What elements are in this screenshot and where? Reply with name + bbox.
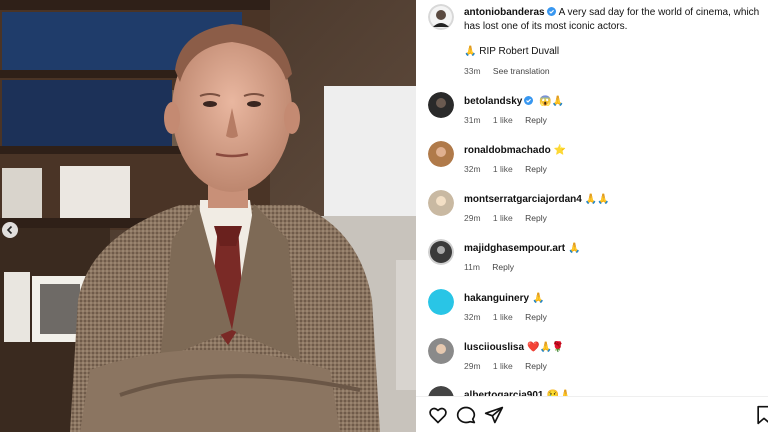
comment-likes[interactable]: 1 like — [493, 361, 513, 371]
reply-link[interactable]: Reply — [525, 115, 547, 125]
commenter-username[interactable]: montserratgarciajordan4 — [464, 194, 582, 205]
comment-item: betolandsky 😱🙏 31m 1 like Reply — [426, 92, 766, 132]
comment-button[interactable] — [456, 405, 476, 425]
bookmark-icon — [757, 405, 768, 425]
comment-meta: 31m 1 like Reply — [464, 115, 557, 125]
comments-panel: antoniobanderas A very sad day for the wo… — [416, 0, 768, 432]
comment-text: lusciiouslisa ❤️🙏🌹 — [464, 342, 564, 353]
commenter-avatar[interactable] — [428, 289, 454, 315]
comment-body: 🙏🙏 — [584, 194, 610, 205]
comment-text: hakanguinery 🙏 — [464, 293, 544, 304]
comment-body: 🙏 — [532, 293, 545, 304]
comment-item: montserratgarciajordan4 🙏🙏 29m 1 like Rep… — [426, 190, 766, 230]
portrait-image — [0, 0, 416, 432]
comment-item: majidghasempour.art 🙏 11m Reply — [426, 239, 766, 279]
reply-link[interactable]: Reply — [525, 213, 547, 223]
comment-time: 32m — [464, 312, 481, 322]
commenter-username[interactable]: betolandsky — [464, 96, 522, 107]
comment-body: ⭐ — [553, 145, 567, 156]
comment-time: 31m — [464, 115, 481, 125]
comment-text: majidghasempour.art 🙏 — [464, 243, 581, 254]
commenter-username[interactable]: majidghasempour.art — [464, 243, 565, 254]
comment-body: 🙏 — [568, 243, 581, 254]
reply-link[interactable]: Reply — [525, 312, 547, 322]
comment-time: 32m — [464, 164, 481, 174]
comment-time: 29m — [464, 213, 481, 223]
comment-body: ❤️🙏🌹 — [527, 342, 565, 353]
heart-icon — [429, 407, 447, 424]
verified-badge-icon — [524, 96, 534, 105]
comment-likes[interactable]: 1 like — [493, 213, 513, 223]
caption-text: antoniobanderas A very sad day for the wo… — [464, 6, 764, 33]
comment-item: ronaldobmachado ⭐ 32m 1 like Reply — [426, 141, 766, 181]
share-button[interactable] — [484, 405, 504, 425]
comment-body: 😱🙏 — [539, 96, 565, 107]
like-button[interactable] — [428, 405, 448, 425]
author-avatar[interactable] — [428, 4, 454, 30]
save-button[interactable] — [754, 405, 768, 425]
verified-badge-icon — [546, 7, 556, 16]
reply-link[interactable]: Reply — [525, 361, 547, 371]
comment-meta: 11m Reply — [464, 262, 524, 272]
comment-text: betolandsky 😱🙏 — [464, 96, 564, 107]
reply-link[interactable]: Reply — [525, 164, 547, 174]
comment-meta: 29m 1 like Reply — [464, 213, 557, 223]
comment-meta: 32m 1 like Reply — [464, 312, 557, 322]
share-icon — [484, 406, 504, 424]
author-username[interactable]: antoniobanderas — [464, 7, 545, 18]
see-translation-link[interactable]: See translation — [493, 66, 550, 76]
instagram-post-view: antoniobanderas A very sad day for the wo… — [0, 0, 768, 432]
comment-icon — [456, 406, 476, 424]
chevron-left-icon — [6, 225, 13, 235]
comment-likes[interactable]: 1 like — [493, 164, 513, 174]
comment-time: 11m — [464, 262, 480, 272]
comment-likes[interactable]: 1 like — [493, 312, 513, 322]
caption-meta: 33m See translation — [464, 66, 560, 76]
commenter-avatar[interactable] — [428, 190, 454, 216]
commenter-avatar[interactable] — [428, 141, 454, 167]
caption-rip-line: 🙏 RIP Robert Duvall — [464, 46, 560, 57]
comment-likes[interactable]: 1 like — [493, 115, 513, 125]
comment-meta: 29m 1 like Reply — [464, 361, 557, 371]
commenter-avatar[interactable] — [428, 338, 454, 364]
commenter-username[interactable]: lusciiouslisa — [464, 342, 524, 353]
comment-item: lusciiouslisa ❤️🙏🌹 29m 1 like Reply — [426, 338, 766, 378]
commenter-avatar[interactable] — [428, 239, 454, 265]
commenter-username[interactable]: hakanguinery — [464, 293, 529, 304]
caption-time: 33m — [464, 66, 481, 76]
comment-meta: 32m 1 like Reply — [464, 164, 557, 174]
reply-link[interactable]: Reply — [492, 262, 514, 272]
commenter-avatar[interactable] — [428, 92, 454, 118]
comment-text: ronaldobmachado ⭐ — [464, 145, 566, 156]
comment-text: montserratgarciajordan4 🙏🙏 — [464, 194, 610, 205]
post-action-bar — [416, 396, 768, 432]
commenter-username[interactable]: ronaldobmachado — [464, 145, 551, 156]
comment-time: 29m — [464, 361, 481, 371]
previous-image-button[interactable] — [2, 222, 18, 238]
comment-item: hakanguinery 🙏 32m 1 like Reply — [426, 289, 766, 329]
post-photo — [0, 0, 416, 432]
